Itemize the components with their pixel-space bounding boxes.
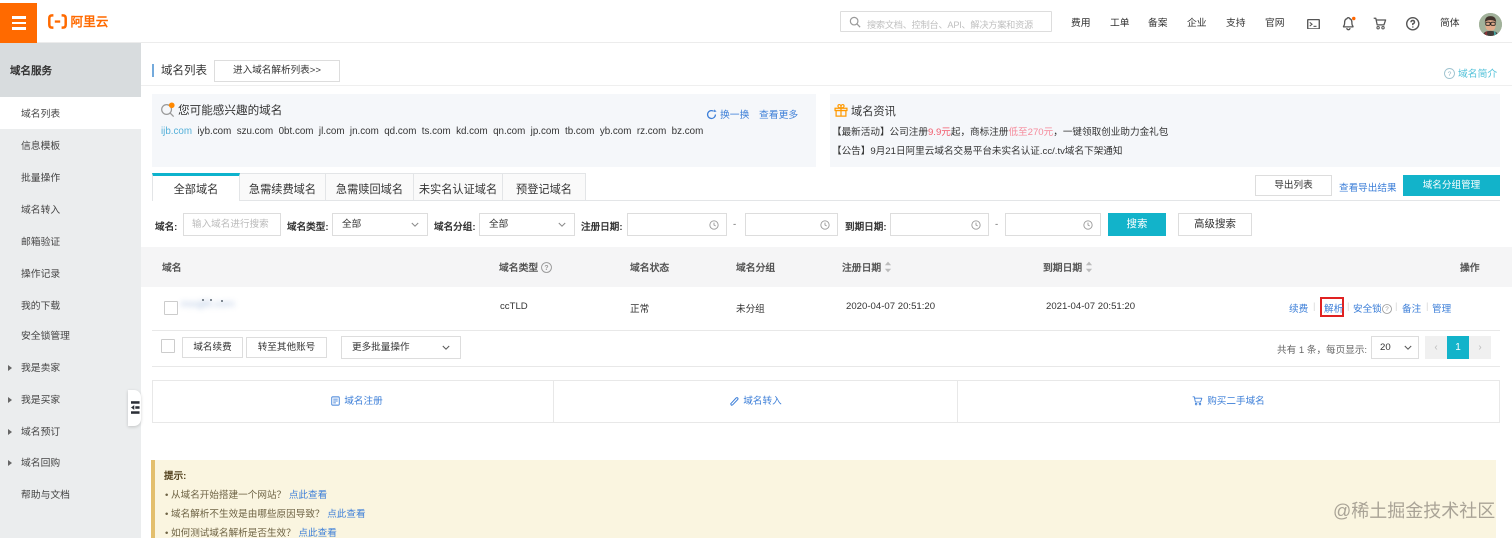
svg-text:?: ?	[1448, 71, 1452, 78]
svg-text:?: ?	[544, 265, 548, 272]
svg-text:?: ?	[1385, 306, 1389, 313]
svg-text:阿里云: 阿里云	[71, 15, 109, 29]
